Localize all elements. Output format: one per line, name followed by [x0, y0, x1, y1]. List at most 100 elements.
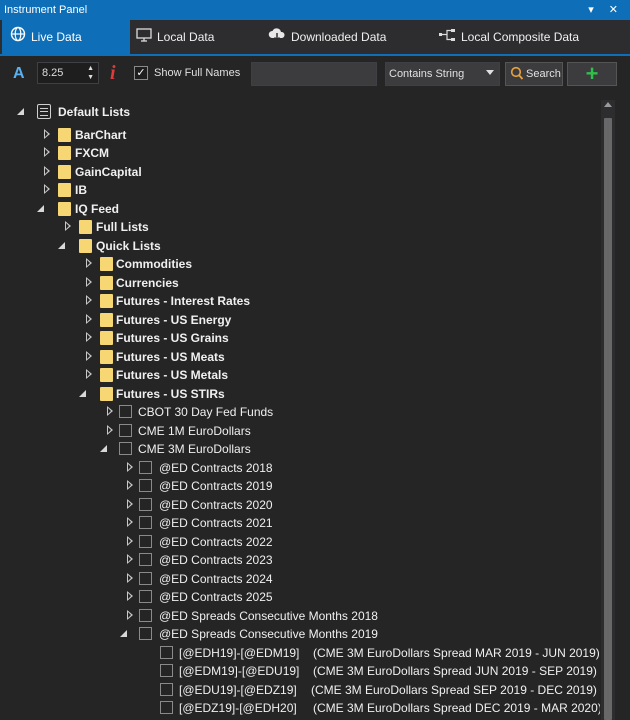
expand-arrow-icon[interactable]	[86, 314, 93, 324]
node-checkbox[interactable]	[139, 516, 152, 529]
expand-arrow-icon[interactable]	[44, 129, 51, 139]
leaf-description: (CME 3M EuroDollars Spread SEP 2019 - DE…	[311, 683, 597, 697]
tree-label: CME 3M EuroDollars	[138, 442, 251, 456]
tree-leaf-spread[interactable]: [@EDZ19]-[@EDH20] (CME 3M EuroDollars Sp…	[0, 699, 600, 717]
expand-arrow-icon[interactable]	[44, 166, 51, 176]
scroll-up-icon[interactable]	[604, 102, 612, 107]
tab-downloaded-data[interactable]: Downloaded Data	[268, 20, 432, 54]
node-checkbox[interactable]	[139, 461, 152, 474]
tree-node-gaincapital[interactable]: GainCapital	[0, 163, 580, 181]
node-checkbox[interactable]	[119, 424, 132, 437]
tree-node-ed-contracts-2025[interactable]: @ED Contracts 2025	[0, 588, 580, 606]
search-button[interactable]: Search	[505, 62, 563, 86]
node-checkbox[interactable]	[160, 646, 173, 659]
tree-node-barchart[interactable]: BarChart	[0, 126, 580, 144]
tree-node-full-lists[interactable]: Full Lists	[0, 218, 580, 236]
node-checkbox[interactable]	[139, 590, 152, 603]
node-checkbox[interactable]	[119, 405, 132, 418]
tree-label: Futures - US Metals	[116, 368, 229, 382]
expand-arrow-icon[interactable]	[86, 332, 93, 342]
tab-local-data[interactable]: Local Data	[136, 20, 260, 54]
instrument-tree: Default Lists BarChart FXCM GainCapital …	[0, 100, 600, 720]
tree-node-ed-spreads-2018[interactable]: @ED Spreads Consecutive Months 2018	[0, 607, 580, 625]
tree-node-quick-lists[interactable]: Quick Lists	[0, 237, 580, 255]
tree-node-default-lists[interactable]: Default Lists	[0, 103, 580, 121]
info-icon[interactable]: i	[110, 62, 116, 85]
tree-node-currencies[interactable]: Currencies	[0, 274, 580, 292]
stepper-arrows-icon[interactable]: ▲ ▼	[87, 64, 94, 82]
tree-node-futures-us-metals[interactable]: Futures - US Metals	[0, 366, 580, 384]
tree-node-commodities[interactable]: Commodities	[0, 255, 580, 273]
toolbar: A 8.25 ▲ ▼ i ✓ Show Full Names Contains S…	[0, 56, 630, 94]
tree-node-cme-3m-eurodollars[interactable]: CME 3M EuroDollars	[0, 440, 580, 458]
tab-local-composite-data[interactable]: Local Composite Data	[438, 20, 618, 54]
tree-node-ib[interactable]: IB	[0, 181, 580, 199]
expand-arrow-icon[interactable]	[127, 554, 134, 564]
tree-node-futures-us-meats[interactable]: Futures - US Meats	[0, 348, 580, 366]
font-size-stepper[interactable]: 8.25 ▲ ▼	[37, 62, 99, 84]
node-checkbox[interactable]	[160, 683, 173, 696]
tree-node-ed-contracts-2022[interactable]: @ED Contracts 2022	[0, 533, 580, 551]
tree-node-ed-contracts-2023[interactable]: @ED Contracts 2023	[0, 551, 580, 569]
tree-node-fxcm[interactable]: FXCM	[0, 144, 580, 162]
node-checkbox[interactable]	[139, 609, 152, 622]
tree-label: IB	[75, 183, 87, 197]
tree-label: @ED Contracts 2024	[159, 572, 273, 586]
expand-arrow-icon[interactable]	[86, 258, 93, 268]
node-checkbox[interactable]	[139, 627, 152, 640]
tree-node-ed-contracts-2018[interactable]: @ED Contracts 2018	[0, 459, 580, 477]
expand-arrow-icon[interactable]	[65, 221, 72, 231]
expand-arrow-icon[interactable]	[127, 517, 134, 527]
tree-leaf-spread[interactable]: [@EDH19]-[@EDM19] (CME 3M EuroDollars Sp…	[0, 644, 600, 662]
show-full-names-checkbox[interactable]: ✓	[134, 66, 148, 80]
filter-dropdown[interactable]: Contains String	[385, 62, 500, 86]
monitor-icon	[136, 21, 152, 55]
tree-node-iq-feed[interactable]: IQ Feed	[0, 200, 580, 218]
tree-node-ed-contracts-2019[interactable]: @ED Contracts 2019	[0, 477, 580, 495]
node-checkbox[interactable]	[139, 498, 152, 511]
search-input[interactable]	[251, 62, 377, 86]
expand-arrow-icon[interactable]	[127, 462, 134, 472]
tree-label: @ED Contracts 2020	[159, 498, 273, 512]
expand-arrow-icon[interactable]	[127, 480, 134, 490]
tree-scrollbar[interactable]	[601, 100, 615, 720]
expand-arrow-icon[interactable]	[86, 351, 93, 361]
tree-node-ed-contracts-2020[interactable]: @ED Contracts 2020	[0, 496, 580, 514]
tree-label: Commodities	[116, 257, 193, 271]
expand-arrow-icon[interactable]	[107, 406, 114, 416]
node-checkbox[interactable]	[160, 664, 173, 677]
tab-live-data[interactable]: Live Data	[2, 20, 130, 54]
tree-leaf-spread[interactable]: [@EDM19]-[@EDU19] (CME 3M EuroDollars Sp…	[0, 662, 597, 680]
expand-arrow-icon[interactable]	[86, 277, 93, 287]
tree-node-futures-us-grains[interactable]: Futures - US Grains	[0, 329, 580, 347]
node-checkbox[interactable]	[139, 572, 152, 585]
expand-arrow-icon[interactable]	[107, 425, 114, 435]
node-checkbox[interactable]	[139, 479, 152, 492]
expand-arrow-icon[interactable]	[127, 499, 134, 509]
expand-arrow-icon[interactable]	[127, 573, 134, 583]
node-checkbox[interactable]	[160, 701, 173, 714]
expand-arrow-icon[interactable]	[127, 610, 134, 620]
tree-node-ed-contracts-2024[interactable]: @ED Contracts 2024	[0, 570, 580, 588]
node-checkbox[interactable]	[139, 553, 152, 566]
tree-node-cme-1m-eurodollars[interactable]: CME 1M EuroDollars	[0, 422, 580, 440]
show-full-names-label[interactable]: Show Full Names	[154, 67, 240, 79]
expand-arrow-icon[interactable]	[44, 184, 51, 194]
window-controls[interactable]: ▾ ✕	[588, 3, 624, 16]
expand-arrow-icon[interactable]	[86, 295, 93, 305]
tree-node-cbot-30-day-fed-funds[interactable]: CBOT 30 Day Fed Funds	[0, 403, 580, 421]
node-checkbox[interactable]	[119, 442, 132, 455]
tree-node-ed-contracts-2021[interactable]: @ED Contracts 2021	[0, 514, 580, 532]
add-button[interactable]: +	[567, 62, 617, 86]
tree-node-futures-interest-rates[interactable]: Futures - Interest Rates	[0, 292, 580, 310]
expand-arrow-icon[interactable]	[127, 536, 134, 546]
expand-arrow-icon[interactable]	[86, 369, 93, 379]
tree-node-ed-spreads-2019[interactable]: @ED Spreads Consecutive Months 2019	[0, 625, 580, 643]
scrollbar-thumb[interactable]	[604, 118, 612, 720]
expand-arrow-icon[interactable]	[127, 591, 134, 601]
tree-node-futures-us-stirs[interactable]: Futures - US STIRs	[0, 385, 580, 403]
tree-node-futures-us-energy[interactable]: Futures - US Energy	[0, 311, 580, 329]
node-checkbox[interactable]	[139, 535, 152, 548]
tree-leaf-spread[interactable]: [@EDU19]-[@EDZ19] (CME 3M EuroDollars Sp…	[0, 681, 597, 699]
expand-arrow-icon[interactable]	[44, 147, 51, 157]
